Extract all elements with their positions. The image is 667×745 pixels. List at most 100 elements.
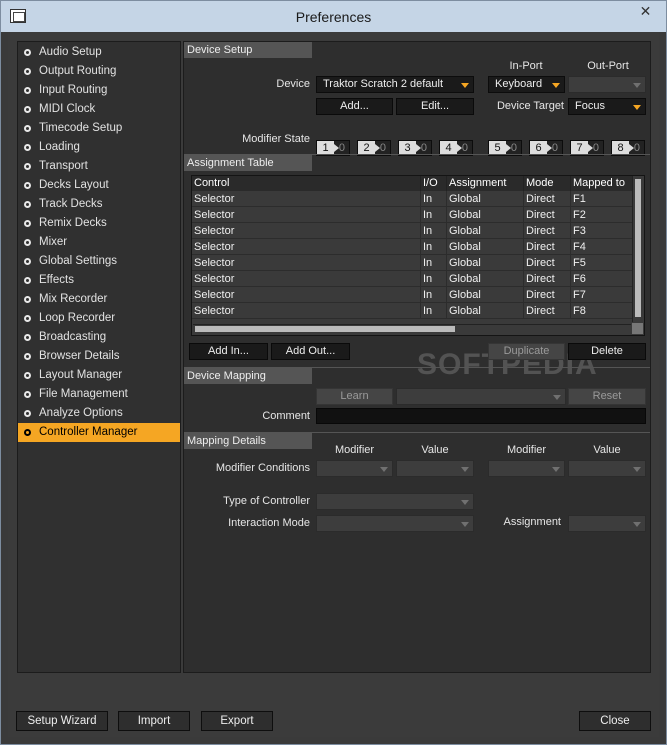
sidebar-item-mix-recorder[interactable]: Mix Recorder — [18, 290, 180, 309]
sidebar-item-remix-decks[interactable]: Remix Decks — [18, 214, 180, 233]
sidebar-item-track-decks[interactable]: Track Decks — [18, 195, 180, 214]
sidebar-item-label: Layout Manager — [39, 369, 123, 381]
table-cell: Selector — [192, 303, 421, 319]
column-header[interactable]: Control — [192, 176, 421, 191]
sidebar-item-output-routing[interactable]: Output Routing — [18, 62, 180, 81]
type-of-controller-select[interactable] — [316, 493, 474, 510]
sidebar-item-audio-setup[interactable]: Audio Setup — [18, 43, 180, 62]
assignment-table[interactable]: Control I/O Assignment Mode Mapped to Select… — [191, 175, 645, 381]
sidebar-item-label: MIDI Clock — [39, 103, 96, 115]
learn-button[interactable]: Learn — [316, 388, 393, 405]
table-cell: In — [421, 191, 447, 207]
add-out-button[interactable]: Add Out... — [271, 343, 350, 360]
sidebar-item-label: Broadcasting — [39, 331, 107, 343]
import-button[interactable]: Import — [118, 711, 190, 731]
table-cell: In — [421, 207, 447, 223]
radio-icon — [24, 68, 31, 75]
sidebar-item-global-settings[interactable]: Global Settings — [18, 252, 180, 271]
add-device-button[interactable]: Add... — [316, 98, 393, 115]
column-header[interactable]: I/O — [421, 176, 447, 191]
device-select[interactable]: Traktor Scratch 2 default — [316, 76, 474, 93]
table-row[interactable]: Selector In Global Direct F2 — [192, 207, 633, 223]
value-1-select[interactable] — [396, 460, 474, 477]
sidebar-item-loading[interactable]: Loading — [18, 138, 180, 157]
table-cell: Global — [447, 287, 524, 303]
table-row[interactable]: Selector In Global Direct F4 — [192, 239, 633, 255]
sidebar-item-controller-manager[interactable]: Controller Manager — [18, 423, 180, 442]
export-button[interactable]: Export — [201, 711, 273, 731]
duplicate-button[interactable]: Duplicate — [488, 343, 565, 360]
section-assignment-table: Assignment Table — [184, 155, 312, 171]
table-cell: Selector — [192, 271, 421, 287]
table-cell: F8 — [571, 303, 633, 319]
assignment-label: Assignment — [503, 516, 561, 528]
sidebar-item-decks-layout[interactable]: Decks Layout — [18, 176, 180, 195]
delete-button[interactable]: Delete — [568, 343, 646, 360]
title-bar[interactable]: Preferences ✕ — [1, 1, 666, 32]
sidebar-item-file-management[interactable]: File Management — [18, 385, 180, 404]
table-row[interactable]: Selector In Global Direct F5 — [192, 255, 633, 271]
modifier-value: 0 — [420, 142, 427, 154]
modifier-number: 3 — [399, 141, 421, 155]
sidebar-item-loop-recorder[interactable]: Loop Recorder — [18, 309, 180, 328]
value-2-select[interactable] — [568, 460, 646, 477]
table-cell: In — [421, 255, 447, 271]
scroll-thumb[interactable] — [635, 179, 641, 317]
device-label: Device — [276, 78, 310, 90]
sidebar-item-mixer[interactable]: Mixer — [18, 233, 180, 252]
table-cell: Selector — [192, 239, 421, 255]
close-button[interactable]: Close — [579, 711, 651, 731]
modifier-value: 0 — [379, 142, 386, 154]
sidebar-item-effects[interactable]: Effects — [18, 271, 180, 290]
table-row[interactable]: Selector In Global Direct F7 — [192, 287, 633, 303]
table-cell: Global — [447, 223, 524, 239]
reset-button[interactable]: Reset — [568, 388, 646, 405]
table-cell: Global — [447, 191, 524, 207]
sidebar-item-transport[interactable]: Transport — [18, 157, 180, 176]
chevron-down-icon — [633, 467, 641, 472]
sidebar-item-label: Transport — [39, 160, 88, 172]
table-row[interactable]: Selector In Global Direct F1 — [192, 191, 633, 207]
column-header[interactable]: Mode — [524, 176, 571, 191]
add-in-button[interactable]: Add In... — [189, 343, 268, 360]
modifier-2-select[interactable] — [488, 460, 565, 477]
sidebar-item-analyze-options[interactable]: Analyze Options — [18, 404, 180, 423]
vertical-scrollbar[interactable] — [632, 177, 643, 322]
table-row[interactable]: Selector In Global Direct F8 — [192, 303, 633, 319]
interaction-mode-select[interactable] — [316, 515, 474, 532]
sidebar-item-broadcasting[interactable]: Broadcasting — [18, 328, 180, 347]
table-cell: F2 — [571, 207, 633, 223]
out-port-select[interactable] — [568, 76, 646, 93]
table-cell: F6 — [571, 271, 633, 287]
radio-icon — [24, 125, 31, 132]
learn-select[interactable] — [396, 388, 566, 405]
sidebar-item-input-routing[interactable]: Input Routing — [18, 81, 180, 100]
column-header[interactable]: Assignment — [447, 176, 524, 191]
table-cell: Direct — [524, 207, 571, 223]
setup-wizard-button[interactable]: Setup Wizard — [16, 711, 108, 731]
sidebar-item-label: File Management — [39, 388, 128, 400]
sidebar-item-midi-clock[interactable]: MIDI Clock — [18, 100, 180, 119]
table-cell: In — [421, 271, 447, 287]
table-cell: In — [421, 223, 447, 239]
device-target-select[interactable]: Focus — [568, 98, 646, 115]
table-row[interactable]: Selector In Global Direct F6 — [192, 271, 633, 287]
horizontal-scrollbar[interactable] — [193, 324, 631, 333]
edit-device-button[interactable]: Edit... — [396, 98, 474, 115]
assignment-select[interactable] — [568, 515, 646, 532]
comment-field[interactable] — [316, 408, 646, 424]
sidebar-item-label: Track Decks — [39, 198, 103, 210]
in-port-select[interactable]: Keyboard — [488, 76, 565, 93]
sidebar-item-layout-manager[interactable]: Layout Manager — [18, 366, 180, 385]
table-cell: Selector — [192, 223, 421, 239]
device-target-label: Device Target — [496, 100, 564, 112]
table-row[interactable]: Selector In Global Direct F3 — [192, 223, 633, 239]
sidebar-item-label: Mix Recorder — [39, 293, 108, 305]
sidebar-item-timecode-setup[interactable]: Timecode Setup — [18, 119, 180, 138]
window-close-icon[interactable]: ✕ — [629, 1, 662, 21]
scroll-thumb[interactable] — [195, 326, 455, 332]
chevron-down-icon — [633, 83, 641, 88]
sidebar-item-browser-details[interactable]: Browser Details — [18, 347, 180, 366]
modifier-1-select[interactable] — [316, 460, 393, 477]
column-header[interactable]: Mapped to — [571, 176, 633, 191]
